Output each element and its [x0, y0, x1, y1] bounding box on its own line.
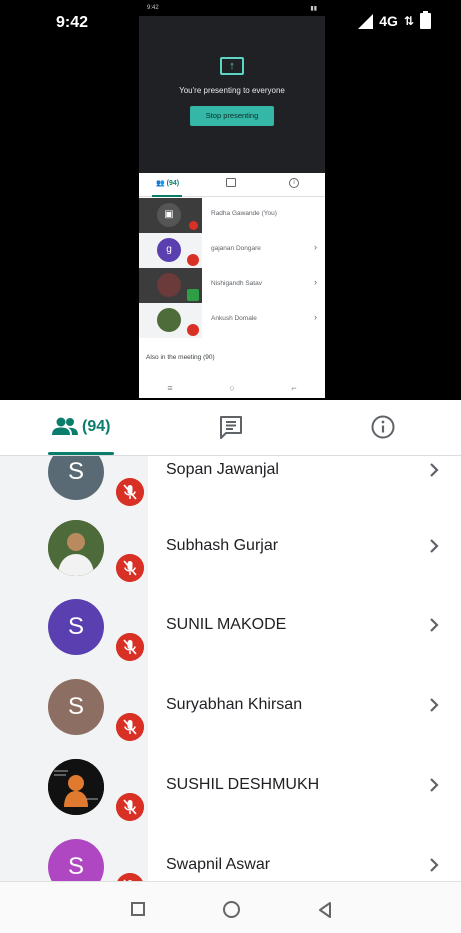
inner-status-time: 9:42: [147, 5, 159, 11]
inner-participant-name: gajanan Dongare: [211, 245, 261, 252]
present-screen-icon: ↑: [220, 57, 244, 75]
inner-people-panel: 👥 (94) i ▣ Radha Gawande (You) g gajanan…: [139, 173, 325, 398]
inner-mic-off-icon: [187, 324, 199, 336]
mic-off-icon: [116, 793, 144, 821]
avatar: S: [48, 599, 104, 655]
participant-name: Suryabhan Khirsan: [166, 696, 303, 713]
inner-participant-row: Ankush Domale ›: [139, 303, 325, 338]
status-time: 9:42: [56, 14, 89, 31]
participant-row[interactable]: S Sopan Jawanjal: [0, 456, 461, 524]
inner-avatar: g: [157, 238, 181, 262]
inner-chevron-icon: ›: [314, 312, 317, 322]
inner-mic-off-icon: [187, 254, 199, 266]
chevron-right-icon[interactable]: [427, 695, 441, 715]
participant-row[interactable]: S Swapnil Aswar: [0, 839, 461, 881]
info-icon[interactable]: [370, 414, 396, 440]
chevron-right-icon[interactable]: [427, 460, 441, 480]
inner-screen-share-icon: ▣: [157, 203, 181, 227]
tab-bar: (94): [0, 400, 461, 456]
participant-row[interactable]: S SUNIL MAKODE: [0, 599, 461, 679]
data-arrows-icon: ⇅: [403, 14, 414, 28]
avatar: [48, 759, 104, 815]
participant-row[interactable]: S Suryabhan Khirsan: [0, 679, 461, 759]
inner-speaking-icon: [187, 289, 199, 301]
presentation-preview: 9:42 4G ⇅ 9:42 ▮▮ ↑ You're presenting to…: [0, 0, 461, 400]
participant-name: Swapnil Aswar: [166, 856, 271, 873]
mic-off-icon: [116, 554, 144, 582]
inner-avatar: [157, 273, 181, 297]
battery-icon: [420, 11, 431, 29]
shared-screen-preview: 9:42 ▮▮ ↑ You're presenting to everyone …: [139, 0, 325, 398]
inner-home-icon: ○: [229, 383, 235, 393]
chevron-right-icon[interactable]: [427, 536, 441, 556]
chevron-right-icon[interactable]: [427, 775, 441, 795]
inner-chevron-icon: ›: [314, 277, 317, 287]
people-count: (94): [82, 418, 111, 435]
inner-avatar: [157, 308, 181, 332]
participant-name: Sopan Jawanjal: [166, 461, 279, 478]
mic-off-icon: [116, 633, 144, 661]
inner-participant-row: g gajanan Dongare ›: [139, 233, 325, 268]
tab-people[interactable]: (94): [48, 400, 114, 456]
avatar: S: [48, 679, 104, 735]
back-button[interactable]: [316, 900, 334, 920]
mic-off-icon: [116, 478, 144, 506]
inner-also-in-meeting: Also in the meeting (90): [146, 354, 215, 361]
inner-participant-name: Radha Gawande (You): [211, 210, 277, 217]
participant-name: SUNIL MAKODE: [166, 616, 287, 633]
inner-mic-off-icon: [189, 221, 198, 230]
inner-tab-people: 👥 (94): [151, 180, 183, 197]
recents-button[interactable]: [131, 902, 145, 916]
presenting-message: You're presenting to everyone: [179, 86, 285, 95]
stop-presenting-button: Stop presenting: [190, 106, 274, 126]
inner-tabs: 👥 (94) i: [139, 173, 325, 197]
participant-row[interactable]: SUSHIL DESHMUKH: [0, 759, 461, 839]
inner-info-icon: i: [289, 178, 299, 188]
participant-row[interactable]: Subhash Gurjar: [0, 520, 461, 600]
people-icon: [52, 417, 78, 435]
participant-list[interactable]: S Sopan Jawanjal Subhash Gurjar S SUNIL …: [0, 456, 461, 881]
mic-off-icon: [116, 873, 144, 881]
inner-menu-icon: ≡: [167, 383, 173, 393]
inner-participant-row: Nishigandh Satav ›: [139, 268, 325, 303]
tab-active-indicator: [48, 452, 114, 455]
mic-off-icon: [116, 713, 144, 741]
avatar: S: [48, 456, 104, 500]
avatar: S: [48, 839, 104, 881]
inner-status-bar: 9:42 ▮▮: [139, 0, 325, 16]
chat-icon[interactable]: [218, 414, 244, 440]
participant-name: Subhash Gurjar: [166, 537, 279, 554]
profile-photo: [48, 759, 104, 815]
inner-nav-bar: ≡ ○ ⌐: [139, 378, 325, 398]
chevron-right-icon[interactable]: [427, 615, 441, 635]
signal-icon: [358, 13, 374, 29]
chevron-right-icon[interactable]: [427, 855, 441, 875]
profile-photo: [48, 520, 104, 576]
inner-people-count: (94): [166, 180, 180, 187]
inner-back-icon: ⌐: [291, 383, 297, 393]
inner-participant-row: ▣ Radha Gawande (You): [139, 198, 325, 233]
avatar: [48, 520, 104, 576]
system-nav-bar: [0, 881, 461, 933]
participant-name: SUSHIL DESHMUKH: [166, 776, 320, 793]
status-icons: 4G ⇅: [358, 11, 431, 29]
inner-chevron-icon: ›: [314, 242, 317, 252]
network-type: 4G: [379, 13, 398, 29]
inner-chat-icon: [226, 178, 236, 187]
home-button[interactable]: [223, 901, 240, 918]
inner-status-icons: ▮▮: [310, 6, 317, 12]
inner-participant-name: Nishigandh Satav: [211, 280, 262, 287]
inner-participant-name: Ankush Domale: [211, 315, 257, 322]
